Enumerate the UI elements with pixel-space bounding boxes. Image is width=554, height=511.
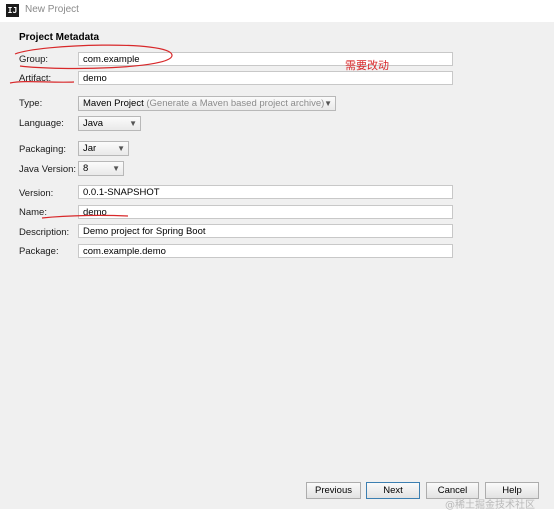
language-label: Language: xyxy=(19,118,64,129)
version-label: Version: xyxy=(19,188,54,199)
version-input[interactable] xyxy=(78,185,453,199)
dialog-content: Project Metadata Group: Artifact: Type: … xyxy=(0,22,554,511)
package-label: Package: xyxy=(19,246,59,257)
intellij-logo-icon: IJ xyxy=(6,4,19,17)
chevron-down-icon: ▼ xyxy=(112,164,120,173)
java-version-dropdown[interactable]: 8 ▼ xyxy=(78,161,124,176)
packaging-value: Jar xyxy=(83,143,97,154)
group-label: Group: xyxy=(19,54,49,65)
artifact-input[interactable] xyxy=(78,71,453,85)
next-button[interactable]: Next xyxy=(366,482,420,499)
previous-button[interactable]: Previous xyxy=(306,482,361,499)
package-input[interactable] xyxy=(78,244,453,258)
chevron-down-icon: ▼ xyxy=(324,99,332,108)
java-version-label: Java Version: xyxy=(19,164,77,175)
type-dropdown[interactable]: Maven Project (Generate a Maven based pr… xyxy=(78,96,336,111)
language-value: Java xyxy=(83,118,104,129)
name-input[interactable] xyxy=(78,205,453,219)
language-dropdown[interactable]: Java ▼ xyxy=(78,116,141,131)
chevron-down-icon: ▼ xyxy=(117,144,125,153)
type-label: Type: xyxy=(19,98,43,109)
packaging-dropdown[interactable]: Jar ▼ xyxy=(78,141,129,156)
chevron-down-icon: ▼ xyxy=(129,119,137,128)
name-label: Name: xyxy=(19,207,47,218)
description-label: Description: xyxy=(19,227,70,238)
window-title: New Project xyxy=(25,4,79,15)
section-title: Project Metadata xyxy=(19,32,100,43)
java-version-value: 8 xyxy=(83,163,89,174)
annotation-text: 需要改动 xyxy=(345,59,389,72)
type-hint: (Generate a Maven based project archive) xyxy=(146,98,325,109)
artifact-label: Artifact: xyxy=(19,73,52,84)
description-input[interactable] xyxy=(78,224,453,238)
group-input[interactable] xyxy=(78,52,453,66)
type-value: Maven Project xyxy=(83,98,144,109)
packaging-label: Packaging: xyxy=(19,144,67,155)
title-bar: IJ New Project xyxy=(0,0,554,23)
